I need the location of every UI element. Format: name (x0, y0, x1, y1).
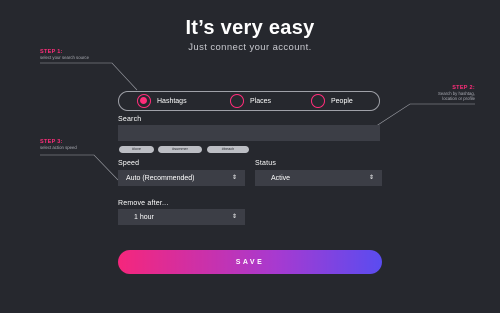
speed-select[interactable]: Auto (Recommended) ⇕ (118, 170, 245, 186)
save-button[interactable]: SAVE (118, 250, 382, 274)
radio-option-places[interactable]: Places (230, 92, 271, 110)
status-select[interactable]: Active ⇕ (255, 170, 382, 186)
hashtag-chip-summer[interactable]: #summer (158, 146, 202, 153)
step2-pointer-line (366, 103, 475, 133)
speed-select-value: Auto (Recommended) (126, 174, 195, 182)
radio-option-people[interactable]: People (311, 92, 353, 110)
step1-pointer-line (40, 62, 138, 91)
radio-label-places: Places (250, 97, 272, 105)
search-label: Search (118, 116, 142, 123)
remove-after-label: Remove after... (118, 200, 169, 207)
radio-label-people: People (331, 97, 353, 105)
step2-desc-line2: location or profile (442, 96, 475, 101)
remove-after-select-value: 1 hour (134, 213, 154, 221)
speed-label: Speed (118, 160, 140, 167)
status-label: Status (255, 160, 277, 167)
radio-label-hashtags: Hashtags (157, 97, 187, 105)
select-arrows-icon: ⇕ (368, 175, 374, 181)
select-arrows-icon: ⇕ (231, 214, 237, 220)
step1-desc: select your search source (40, 55, 89, 60)
step3-pointer-line (40, 154, 119, 181)
step1-annotation: STEP 1: select your search source (40, 49, 89, 60)
step3-desc: select action speed (40, 145, 77, 150)
status-select-value: Active (271, 174, 291, 182)
radio-unselected-icon[interactable] (311, 94, 325, 108)
search-source-radio-group: Hashtags Places People (118, 91, 380, 111)
hashtag-chip-beach[interactable]: #beach (207, 146, 249, 153)
step2-annotation: STEP 2: Search by hashtag, location or p… (400, 85, 475, 101)
radio-selected-icon[interactable] (137, 94, 151, 108)
radio-option-hashtags[interactable]: Hashtags (137, 92, 187, 110)
hashtag-chip-love[interactable]: #love (119, 146, 154, 153)
radio-unselected-icon[interactable] (230, 94, 244, 108)
select-arrows-icon: ⇕ (231, 175, 237, 181)
step3-annotation: STEP 3: select action speed (40, 139, 77, 150)
remove-after-select[interactable]: 1 hour ⇕ (118, 209, 245, 225)
search-input[interactable] (118, 125, 380, 141)
save-button-label: SAVE (235, 258, 265, 266)
